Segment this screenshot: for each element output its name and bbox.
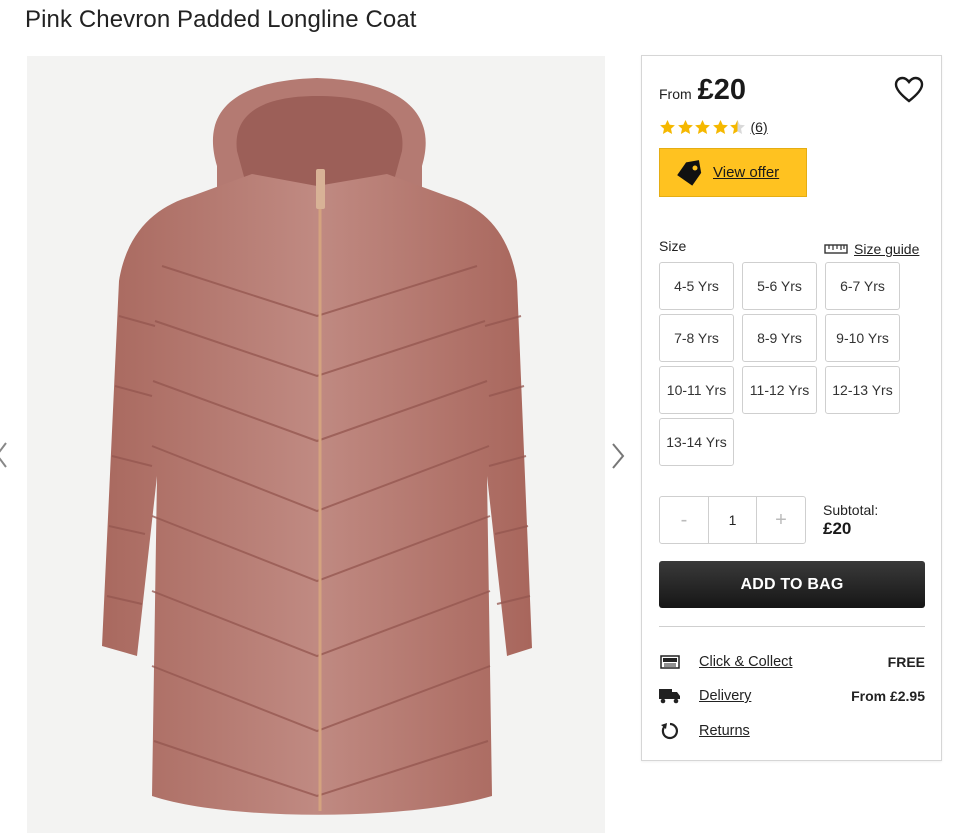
size-option[interactable]: 4-5 Yrs [659,262,734,310]
size-label: Size [659,238,687,254]
quantity-value[interactable]: 1 [708,497,757,543]
previous-image-icon[interactable] [0,440,10,470]
star-icon [695,120,710,134]
wishlist-heart-icon[interactable] [894,76,924,104]
subtotal-label: Subtotal: [823,502,879,518]
star-icon [712,120,728,134]
add-to-bag-button[interactable]: ADD TO BAG [659,561,925,608]
product-image[interactable] [27,56,605,833]
divider [659,626,925,627]
service-returns: Returns [659,719,925,743]
size-option[interactable]: 9-10 Yrs [825,314,900,362]
star-rating [659,119,747,135]
size-option[interactable]: 10-11 Yrs [659,366,734,414]
size-option[interactable]: 7-8 Yrs [659,314,734,362]
product-title: Pink Chevron Padded Longline Coat [25,6,417,33]
quantity-decrease-button[interactable]: - [660,497,708,543]
star-icon [660,120,675,134]
price-value: £20 [697,74,747,106]
star-icon [730,120,745,134]
quantity-increase-button[interactable]: + [757,497,805,543]
delivery-price: From £2.95 [851,688,925,704]
store-icon [660,655,680,669]
service-click-collect: Click & Collect FREE [659,650,925,674]
click-collect-link[interactable]: Click & Collect [699,654,792,670]
view-offer-label: View offer [713,164,780,181]
next-image-icon[interactable] [608,440,628,472]
size-option[interactable]: 6-7 Yrs [825,262,900,310]
review-count-link[interactable]: (6) [751,119,768,135]
delivery-link[interactable]: Delivery [699,688,751,704]
size-option[interactable]: 8-9 Yrs [742,314,817,362]
quantity-stepper: - 1 + [659,496,806,544]
purchase-panel: From £20 (6) View offer Size Size guide … [641,55,942,761]
star-icon [677,120,693,134]
truck-icon [659,689,680,704]
size-option[interactable]: 5-6 Yrs [742,262,817,310]
returns-link[interactable]: Returns [699,723,750,739]
service-delivery: Delivery From £2.95 [659,684,925,708]
size-guide-label: Size guide [854,241,920,257]
price-row: From £20 [659,74,746,107]
returns-icon [661,722,678,740]
coat-image [27,56,605,833]
view-offer-button[interactable]: View offer [659,148,807,197]
subtotal-amount: £20 [823,519,852,538]
size-option[interactable]: 11-12 Yrs [742,366,817,414]
size-option[interactable]: 13-14 Yrs [659,418,734,466]
subtotal: Subtotal: £20 [823,502,878,539]
size-option[interactable]: 12-13 Yrs [825,366,900,414]
ruler-icon [824,244,848,254]
price-tag-icon [677,159,702,186]
price-from-label: From [659,86,692,102]
rating: (6) [659,119,768,135]
click-collect-price: FREE [887,654,925,670]
size-guide-link[interactable]: Size guide [824,241,919,257]
